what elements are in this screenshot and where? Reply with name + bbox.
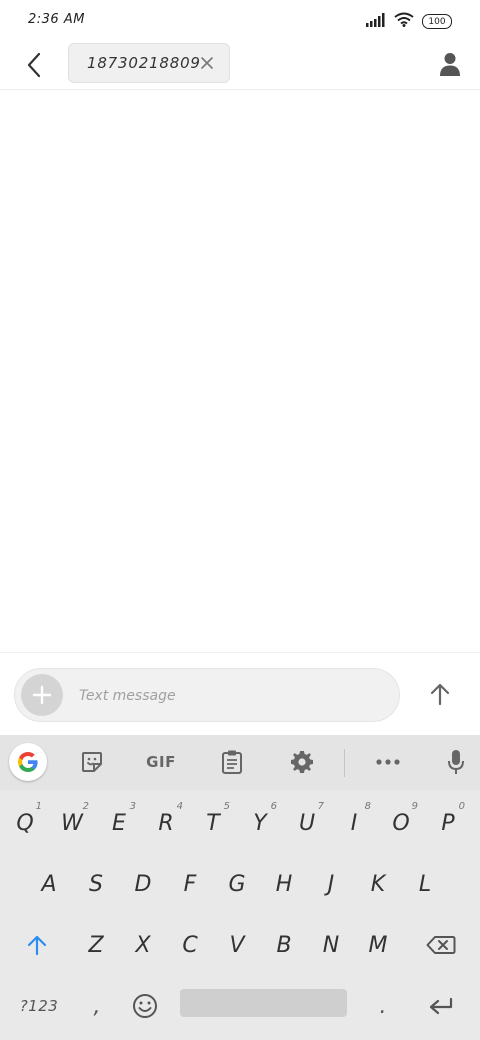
google-button[interactable] [9,743,47,781]
voice-input-button[interactable] [434,744,478,780]
messaging-screen: 2:36 AM 100 18730218809 Text message GIF… [0,0,480,1040]
key-q[interactable]: Q1 [2,793,48,853]
status-time: 2:36 AM [28,12,85,27]
clipboard-button[interactable] [210,744,254,780]
compose-field [14,668,400,722]
settings-button[interactable] [280,744,324,780]
sticker-button[interactable] [70,744,114,780]
key-j[interactable]: J [308,854,354,914]
period-key[interactable]: . [360,976,406,1036]
gif-button[interactable]: GIF [138,744,184,780]
space-key[interactable] [180,989,347,1017]
key-row-2: A S D F G H J K L [0,854,480,914]
enter-arrow-icon [429,997,453,1015]
person-icon [440,53,460,76]
conversation-header: 18730218809 [0,40,480,90]
key-w[interactable]: W2 [49,793,95,853]
shift-key[interactable] [14,915,60,975]
enter-key[interactable] [418,976,464,1036]
more-button[interactable] [366,744,410,780]
gif-label: GIF [146,753,176,771]
key-m[interactable]: M [355,915,401,975]
key-v[interactable]: V [214,915,260,975]
key-p[interactable]: P0 [425,793,471,853]
message-input[interactable] [79,683,379,709]
contact-button[interactable] [436,49,464,79]
key-b[interactable]: B [261,915,307,975]
status-bar: 2:36 AM 100 [0,0,480,40]
key-g[interactable]: G [214,854,260,914]
battery-icon: 100 [422,14,452,29]
sticker-icon [82,752,102,772]
keyboard-toolbar: GIF [0,735,480,790]
plus-icon [32,685,52,705]
remove-recipient-button[interactable] [199,55,215,71]
recipient-chip[interactable]: 18730218809 [68,43,230,83]
toolbar-divider [344,749,345,777]
emoji-key[interactable] [122,976,168,1036]
backspace-key[interactable] [418,915,464,975]
clipboard-icon [222,750,242,774]
key-y[interactable]: Y6 [237,793,283,853]
message-list [0,91,480,652]
close-icon [201,57,213,69]
emoji-icon [133,994,157,1018]
arrow-up-icon [430,683,450,706]
key-r[interactable]: R4 [143,793,189,853]
recipient-number: 18730218809 [87,54,201,72]
send-button[interactable] [426,677,454,711]
key-t[interactable]: T5 [190,793,236,853]
comma-key[interactable]: , [74,976,120,1036]
key-u[interactable]: U7 [284,793,330,853]
attach-button[interactable] [21,674,63,716]
key-n[interactable]: N [308,915,354,975]
back-button[interactable] [18,49,50,81]
key-d[interactable]: D [120,854,166,914]
wifi-icon [394,12,414,31]
shift-arrow-icon [27,935,47,956]
key-k[interactable]: K [355,854,401,914]
gear-icon [291,751,313,773]
backspace-icon [426,936,456,954]
key-c[interactable]: C [167,915,213,975]
key-o[interactable]: O9 [378,793,424,853]
google-icon [18,752,38,772]
back-arrow-icon [27,52,41,78]
key-f[interactable]: F [167,854,213,914]
compose-bar [0,652,480,735]
key-s[interactable]: S [73,854,119,914]
key-a[interactable]: A [26,854,72,914]
key-i[interactable]: I8 [331,793,377,853]
key-row-4: ?123 , . [0,976,480,1036]
status-icons: 100 [366,12,452,31]
symbols-key[interactable]: ?123 [14,976,64,1036]
key-z[interactable]: Z [73,915,119,975]
key-row-1: Q1 W2 E3 R4 T5 Y6 U7 I8 O9 P0 [0,793,480,853]
key-e[interactable]: E3 [96,793,142,853]
more-dots-icon [376,759,400,765]
microphone-icon [448,750,464,774]
keyboard: GIF Q 1 W 2 E 3 R 4 T 5 Y 6 U 7 I 8 O 9 … [0,735,480,1040]
key-l[interactable]: L [402,854,448,914]
key-row-3: Z X C V B N M [0,915,480,975]
key-x[interactable]: X [120,915,166,975]
signal-icon [366,12,386,31]
key-h[interactable]: H [261,854,307,914]
